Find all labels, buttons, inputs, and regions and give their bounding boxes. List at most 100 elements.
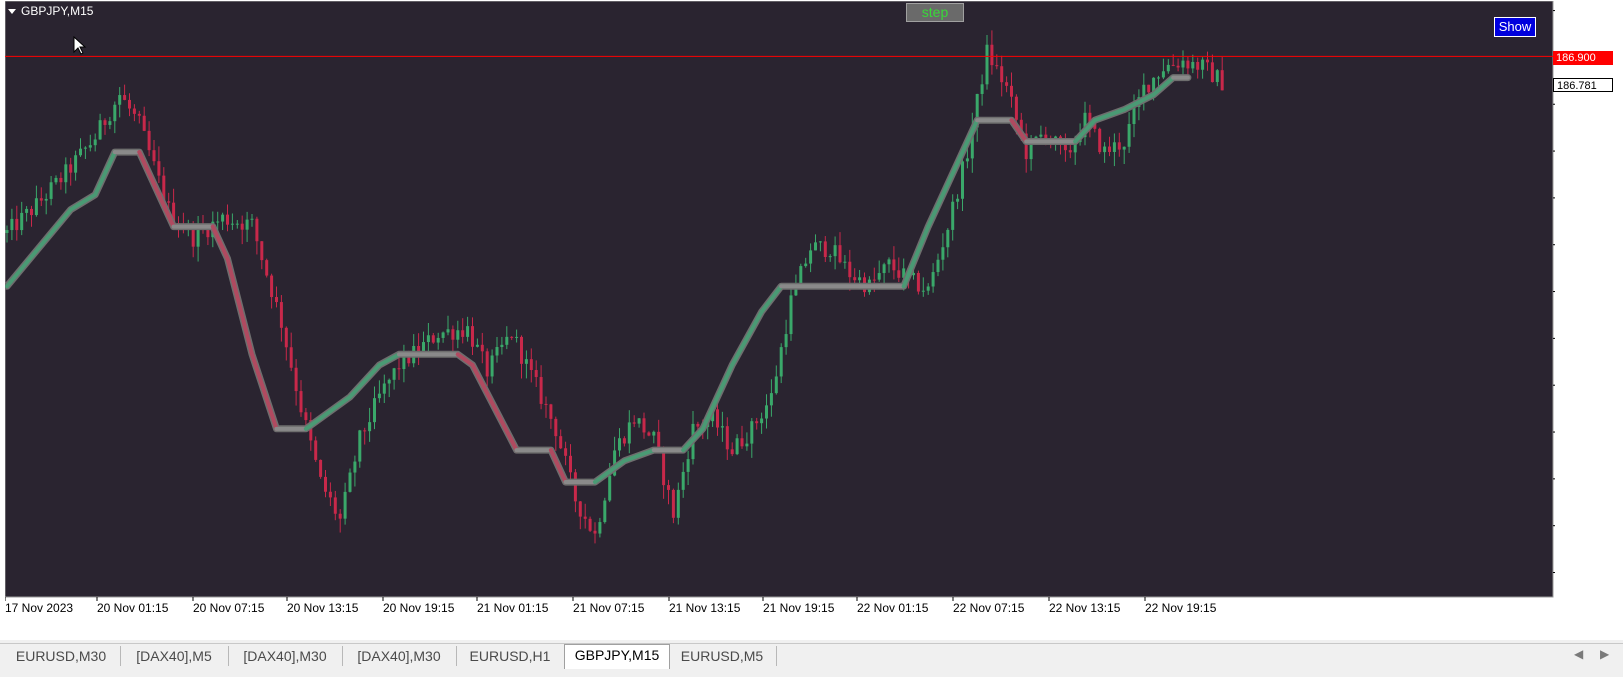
candle-body [1191, 61, 1195, 69]
candle-body [505, 336, 509, 345]
candle-body [892, 259, 896, 271]
candle-body [965, 158, 969, 162]
candle-body [730, 449, 734, 455]
candle-body [1201, 59, 1205, 70]
candle-body [206, 229, 210, 238]
horizontal-line-price-tag: 186.900 [1553, 51, 1613, 65]
candle-body [93, 139, 97, 146]
show-button[interactable]: Show [1494, 17, 1536, 37]
candle-body [250, 218, 254, 220]
candle-body [240, 223, 244, 230]
candle-body [353, 461, 357, 473]
candle-body [226, 214, 229, 225]
candle-body [319, 459, 323, 477]
candle-body [358, 430, 362, 462]
candle-body [632, 422, 636, 424]
candle-body [583, 516, 587, 519]
candle-body [1176, 65, 1180, 68]
candle-body [1132, 106, 1136, 125]
chart-window: 187.115186.895186.675186.455186.235186.0… [0, 0, 1623, 640]
candle-body [510, 336, 514, 338]
candle-body [515, 336, 519, 338]
candle-body [735, 438, 739, 455]
candle-body [299, 391, 303, 413]
candle-body [461, 330, 465, 337]
candle-body [314, 440, 318, 460]
tabs-scroll-left-icon[interactable]: ◀ [1574, 647, 1583, 661]
candle-body [245, 219, 249, 230]
candle-body [681, 471, 685, 490]
candle-body [1166, 64, 1170, 72]
candle-body [10, 218, 14, 231]
candle-body [49, 182, 53, 199]
candle-body [108, 121, 112, 125]
candle-body [833, 245, 837, 257]
candle-body [304, 412, 308, 421]
candle-body [1063, 144, 1067, 151]
tabs-scroll-right-icon[interactable]: ▶ [1600, 647, 1609, 661]
chart-tab[interactable]: GBPJPY,M15 [564, 644, 670, 669]
chart-tab[interactable]: [DAX40],M30 [342, 646, 457, 666]
candle-body [1005, 82, 1009, 86]
candle-body [1171, 64, 1175, 66]
candle-body [848, 261, 852, 278]
chart-tab[interactable]: [DAX40],M30 [228, 646, 343, 666]
candle-body [618, 438, 621, 451]
symbol-label[interactable]: GBPJPY,M15 [8, 4, 93, 18]
candle-body [338, 513, 342, 519]
candle-body [823, 241, 827, 257]
candle-body [578, 501, 582, 517]
candle-body [882, 264, 886, 274]
candle-body [1161, 71, 1165, 78]
candle-body [569, 455, 572, 473]
candle-body [784, 334, 788, 348]
candle-body [779, 347, 783, 377]
candle-body [549, 404, 553, 419]
candle-body [956, 198, 960, 202]
candle-body [921, 290, 925, 292]
chart-tab[interactable]: EURUSD,M30 [2, 646, 121, 666]
candle-body [588, 518, 592, 531]
collapse-triangle-icon[interactable] [8, 8, 16, 14]
candle-body [897, 270, 901, 278]
candle-body [1103, 146, 1107, 153]
candle-body [490, 355, 494, 377]
candle-body [431, 335, 435, 343]
candle-body [471, 326, 474, 347]
candle-body [774, 376, 778, 394]
price-chart[interactable]: 187.115186.895186.675186.455186.235186.0… [5, 1, 1555, 618]
chart-tab[interactable]: EURUSD,H1 [456, 646, 565, 666]
candle-body [118, 95, 122, 105]
chart-tab[interactable]: [DAX40],M5 [120, 646, 229, 666]
candle-body [936, 259, 940, 273]
candle-body [123, 95, 127, 100]
chart-tab[interactable]: EURUSD,M5 [668, 646, 777, 666]
candle-body [333, 497, 337, 514]
candle-body [1039, 134, 1043, 137]
candle-body [740, 438, 744, 447]
candle-body [368, 422, 372, 432]
candle-body [373, 398, 376, 423]
candle-body [990, 44, 994, 66]
step-button[interactable]: step [906, 3, 964, 22]
candle-body [377, 393, 381, 399]
candle-body [926, 286, 930, 291]
candle-body [1147, 84, 1151, 93]
candle-body [88, 145, 92, 148]
x-tick-label: 21 Nov 01:15 [477, 601, 549, 615]
candle-body [485, 351, 489, 377]
x-tick-label: 20 Nov 07:15 [193, 601, 265, 615]
x-tick-label: 22 Nov 07:15 [953, 601, 1025, 615]
candle-body [1068, 150, 1072, 153]
candle-body [1112, 142, 1116, 153]
candle-body [838, 245, 842, 263]
candle-body [79, 148, 82, 156]
candle-body [260, 241, 264, 261]
candle-body [814, 242, 817, 251]
candle-body [348, 472, 352, 492]
candle-body [132, 108, 136, 114]
candle-body [818, 241, 822, 243]
candle-body [152, 150, 156, 162]
candle-body [642, 418, 646, 433]
candle-body [564, 448, 568, 456]
